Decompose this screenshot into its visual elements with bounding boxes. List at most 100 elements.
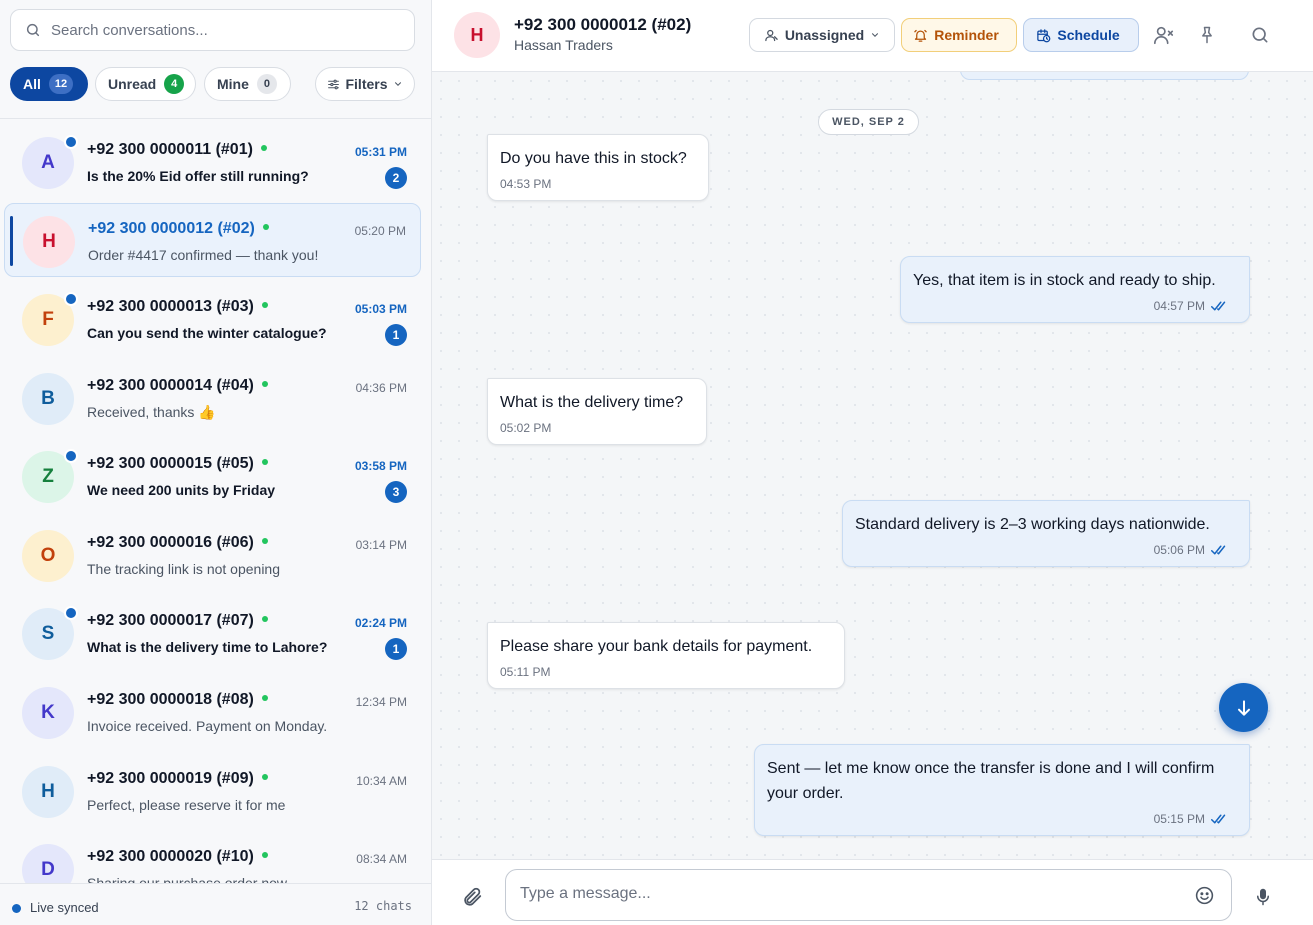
message-thread[interactable]: WED, SEP 2 Do you have this in stock? 04:… (432, 72, 1313, 859)
filters-dropdown-button[interactable]: Filters (315, 67, 415, 101)
conversation-name-text: +92 300 0000019 (#09) (87, 770, 254, 787)
search-input[interactable] (51, 21, 391, 39)
outgoing-message[interactable]: Sent — let me know once the transfer is … (754, 744, 1250, 836)
avatar-initial: B (41, 388, 55, 409)
message-time: 05:06 PM (1153, 543, 1205, 557)
conversation-time: 04:36 PM (355, 381, 407, 395)
conversation-name-text: +92 300 0000014 (#04) (87, 377, 254, 394)
message-meta: 05:15 PM (1154, 812, 1229, 826)
search-box[interactable] (10, 9, 415, 51)
emoji-button[interactable] (1194, 885, 1215, 911)
attach-button[interactable] (461, 886, 483, 913)
conversation-preview: Sharing our purchase order now (87, 875, 288, 883)
message-text: Please share your bank details for payme… (500, 638, 813, 655)
filter-unread-label: Unread (108, 76, 157, 92)
double-check-icon (1211, 301, 1226, 311)
conversation-name: +92 300 0000012 (#02) (88, 220, 269, 238)
message-text: Standard delivery is 2–3 working days na… (855, 516, 1210, 533)
filter-unread-count: 4 (164, 74, 185, 94)
conversation-preview: Perfect, please reserve it for me (87, 797, 286, 813)
conversation-item[interactable]: O +92 300 0000016 (#06) The tracking link … (4, 518, 421, 592)
sliders-icon (328, 79, 340, 89)
conversation-item[interactable]: K +92 300 0000018 (#08) Invoice received. … (4, 675, 421, 749)
scroll-to-bottom-button[interactable] (1219, 683, 1268, 732)
contact-avatar: O (22, 530, 74, 582)
unread-dot (64, 606, 78, 620)
unread-dot (64, 135, 78, 149)
conversation-item[interactable]: H +92 300 0000012 (#02) Order #4417 confir… (4, 203, 421, 277)
avatar-initial: A (41, 152, 55, 173)
microphone-icon (1257, 888, 1269, 906)
search-chat-button[interactable] (1247, 22, 1273, 48)
filter-all-pill[interactable]: All 12 (10, 67, 88, 101)
filter-pills: All 12 Unread 4 Mine 0 Filters (10, 67, 415, 101)
arrow-down-icon (1237, 699, 1250, 716)
conversation-time: 08:34 AM (356, 852, 407, 866)
avatar-initial: H (42, 231, 56, 252)
pin-button[interactable] (1194, 22, 1220, 48)
previous-message-bubble (960, 72, 1249, 80)
contact-avatar: A (22, 135, 78, 189)
pin-icon (1202, 26, 1212, 44)
message-time: 05:15 PM (1153, 812, 1205, 826)
chat-header: H +92 300 0000012 (#02) Hassan Traders U… (432, 0, 1313, 72)
conversation-item[interactable]: F +92 300 0000013 (#03) Can you send the w… (4, 282, 421, 356)
conversation-time: 12:34 PM (355, 695, 407, 709)
conversation-name: +92 300 0000018 (#08) (87, 691, 268, 709)
conversation-preview: Order #4417 confirmed — thank you! (88, 247, 319, 263)
conversation-item[interactable]: B +92 300 0000014 (#04) Received, thanks 👍… (4, 361, 421, 435)
filter-mine-pill[interactable]: Mine 0 (204, 67, 291, 101)
chat-pane: H +92 300 0000012 (#02) Hassan Traders U… (432, 0, 1313, 925)
conversation-name: +92 300 0000014 (#04) (87, 377, 268, 395)
schedule-button[interactable]: Schedule (1023, 18, 1139, 52)
paperclip-icon (464, 887, 482, 906)
online-status-dot (261, 537, 268, 544)
message-meta: 05:11 PM (500, 665, 550, 679)
unassign-user-button[interactable] (1151, 22, 1177, 48)
online-status-dot (261, 615, 268, 622)
unread-dot (64, 449, 78, 463)
incoming-message[interactable]: Please share your bank details for payme… (487, 622, 845, 689)
search-icon (1252, 27, 1268, 43)
avatar-initial: H (41, 781, 55, 802)
conversation-name: +92 300 0000011 (#01) (87, 141, 267, 159)
conversation-preview: The tracking link is not opening (87, 561, 280, 577)
voice-record-button[interactable] (1254, 887, 1272, 912)
date-separator: WED, SEP 2 (818, 109, 919, 135)
reminder-button[interactable]: Reminder (901, 18, 1017, 52)
schedule-label: Schedule (1057, 27, 1120, 43)
chevron-down-icon (394, 82, 401, 86)
conversation-name-text: +92 300 0000016 (#06) (87, 534, 254, 551)
conversation-item[interactable]: D +92 300 0000020 (#10) Sharing our purcha… (4, 832, 421, 883)
conversation-item[interactable]: A +92 300 0000011 (#01) Is the 20% Eid off… (4, 125, 421, 199)
outgoing-message[interactable]: Standard delivery is 2–3 working days na… (842, 500, 1250, 567)
conversation-name-text: +92 300 0000017 (#07) (87, 612, 254, 629)
assign-dropdown[interactable]: Unassigned (749, 18, 895, 52)
reminder-label: Reminder (934, 27, 999, 43)
sync-status-dot (12, 904, 21, 913)
filter-unread-pill[interactable]: Unread 4 (95, 67, 196, 101)
unread-count-badge: 2 (385, 167, 407, 189)
conversation-item[interactable]: Z +92 300 0000015 (#05) We need 200 units … (4, 439, 421, 513)
conversation-item[interactable]: H +92 300 0000019 (#09) Perfect, please re… (4, 754, 421, 828)
conversation-preview: Received, thanks 👍 (87, 404, 216, 420)
message-input-box[interactable] (505, 869, 1232, 921)
conversation-sidebar: All 12 Unread 4 Mine 0 Filters A +92 300 … (0, 0, 432, 925)
online-status-dot (261, 851, 268, 858)
contact-company: Hassan Traders (514, 37, 613, 53)
conversation-item[interactable]: S +92 300 0000017 (#07) What is the delive… (4, 596, 421, 670)
message-text: Yes, that item is in stock and ready to … (913, 272, 1216, 289)
message-input[interactable] (520, 885, 1180, 903)
outgoing-message[interactable]: Yes, that item is in stock and ready to … (900, 256, 1250, 323)
incoming-message[interactable]: What is the delivery time? 05:02 PM (487, 378, 707, 445)
message-meta: 05:06 PM (1154, 543, 1229, 557)
incoming-message[interactable]: Do you have this in stock? 04:53 PM (487, 134, 709, 201)
avatar-initial: D (41, 859, 55, 880)
contact-avatar[interactable]: H (454, 12, 500, 58)
conversation-name-text: +92 300 0000011 (#01) (87, 141, 253, 158)
conversation-time: 03:58 PM (354, 459, 407, 473)
conversation-preview: Is the 20% Eid offer still running? (87, 168, 309, 184)
conversation-name: +92 300 0000016 (#06) (87, 534, 268, 552)
contact-avatar: F (22, 292, 78, 346)
sidebar-footer: Live synced 12 chats (0, 883, 431, 925)
